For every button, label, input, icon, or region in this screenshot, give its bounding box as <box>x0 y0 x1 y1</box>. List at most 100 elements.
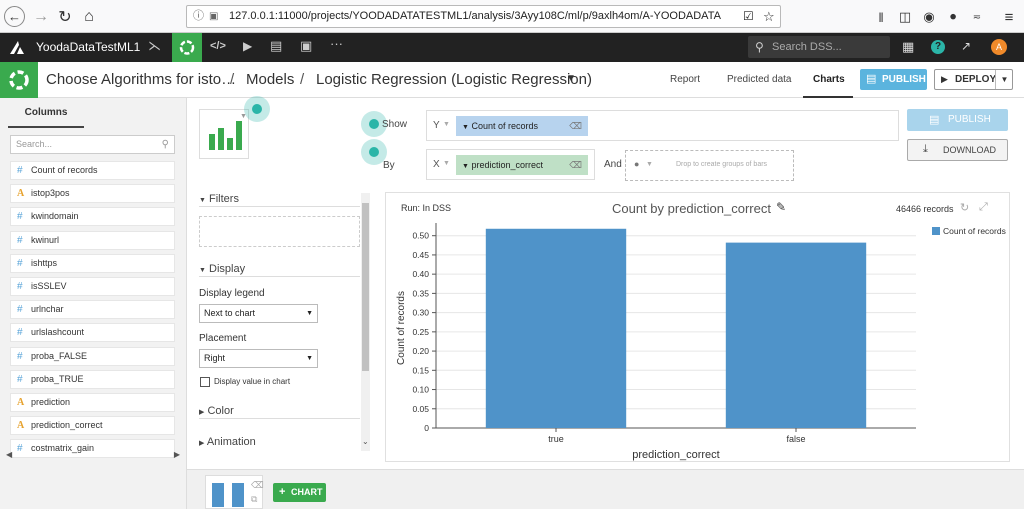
scroll-down-icon[interactable]: ⌄ <box>362 437 369 446</box>
scroll-right-icon[interactable]: ▶ <box>174 450 180 459</box>
chevron-down-icon[interactable]: ▼ <box>566 73 576 84</box>
info-icon[interactable]: ⓘ <box>193 6 204 27</box>
placement-select[interactable]: Right <box>199 349 318 368</box>
more-icon[interactable]: ··· <box>330 36 343 51</box>
url-text[interactable]: 127.0.0.1:11000/projects/YOODADATATESTML… <box>229 6 739 27</box>
x-dimension-chip[interactable]: ▼ prediction_correct ⌫ <box>456 155 588 175</box>
dashboard-icon[interactable]: ▣ <box>300 38 312 54</box>
color-drop-icon[interactable]: ● <box>634 159 639 169</box>
back-icon[interactable]: ← <box>4 6 25 27</box>
deploy-button[interactable]: ▶ DEPLOY ▼ <box>934 69 1013 90</box>
jobs-icon[interactable]: ▤ <box>270 38 282 54</box>
sidebar-icon[interactable]: ◫ <box>894 6 916 28</box>
reload-icon[interactable]: ↻ <box>54 6 76 28</box>
column-item[interactable]: # proba_FALSE <box>10 346 175 366</box>
y-measure-name: Count of records <box>471 121 538 131</box>
home-icon[interactable]: ⌂ <box>78 6 100 28</box>
display-legend-select[interactable]: Next to chart <box>199 304 318 323</box>
column-item[interactable]: Aistop3pos <box>10 184 175 204</box>
chevron-right-icon: ▶ <box>199 409 205 416</box>
activity-icon[interactable]: ↗ <box>961 39 971 53</box>
column-item[interactable]: # kwinurl <box>10 230 175 250</box>
chart-thumbnail[interactable]: ⌫ ⧉ <box>205 475 264 509</box>
chevron-down-icon[interactable]: ▼ <box>443 121 450 128</box>
x-axis-title: prediction_correct <box>632 449 719 461</box>
run-icon[interactable]: ▶ <box>243 39 252 53</box>
breadcrumb-models[interactable]: Models <box>246 71 294 88</box>
pocket-icon[interactable]: ☑ <box>743 6 754 27</box>
column-item[interactable]: # proba_TRUE <box>10 369 175 389</box>
publish-button[interactable]: ▤ PUBLISH <box>860 69 927 90</box>
x-dimension-name: prediction_correct <box>471 160 543 170</box>
url-bar[interactable]: ⓘ ▣ 127.0.0.1:11000/projects/YOODADATATE… <box>186 5 781 28</box>
chevron-down-icon[interactable]: ▼ <box>462 124 469 131</box>
color-section[interactable]: ▶ Color <box>199 405 360 419</box>
column-item[interactable]: # Count of records <box>10 161 175 180</box>
scrollbar-thumb[interactable] <box>362 203 369 371</box>
copy-icon[interactable]: ⧉ <box>251 494 257 505</box>
chevron-down-icon[interactable]: ▼ <box>646 161 653 168</box>
forward-icon[interactable]: → <box>30 6 52 28</box>
chevron-down-icon[interactable]: ▼ <box>462 163 469 170</box>
download-button[interactable]: ⤓ DOWNLOAD <box>907 139 1008 161</box>
column-item[interactable]: # urlnchar <box>10 300 175 320</box>
column-item[interactable]: Aprediction <box>10 393 175 412</box>
column-name: ishttps <box>31 257 58 268</box>
filters-section[interactable]: ▼ Filters <box>199 193 360 207</box>
tab-report[interactable]: Report <box>670 74 700 85</box>
trash-icon[interactable]: ⌫ <box>251 480 264 491</box>
menu-icon[interactable]: ≡ <box>998 6 1020 28</box>
dss-logo-icon[interactable] <box>8 39 26 55</box>
bookmark-star-icon[interactable]: ☆ <box>763 6 775 27</box>
play-icon: ▶ <box>941 74 948 84</box>
columns-search-input[interactable]: Search... ⚲ <box>10 135 175 154</box>
trash-icon[interactable]: ⌫ <box>569 116 582 136</box>
breadcrumb-analysis[interactable]: Choose Algorithms for isto… <box>46 71 236 88</box>
tab-predicted-data[interactable]: Predicted data <box>727 74 792 85</box>
numeric-type-icon: # <box>17 165 23 176</box>
flow-icon[interactable]: ⋋ <box>148 38 161 54</box>
display-value-checkbox[interactable] <box>200 377 210 387</box>
dss-search-input[interactable]: ⚲ Search DSS... <box>748 36 890 58</box>
x-axis-dropzone[interactable]: X ▼ ▼ prediction_correct ⌫ <box>426 149 595 180</box>
column-item[interactable]: Aprediction_correct <box>10 416 175 436</box>
config-scrollbar[interactable]: ⌄ <box>361 193 370 451</box>
column-item[interactable]: # urlslashcount <box>10 323 175 343</box>
column-item[interactable]: # isSSLEV <box>10 277 175 296</box>
tab-columns[interactable]: Columns <box>8 98 84 128</box>
animation-section[interactable]: ▶ Animation <box>199 436 360 450</box>
extension-icon[interactable]: ⚫ <box>942 6 964 28</box>
code-icon[interactable]: </> <box>210 40 226 52</box>
lab-button[interactable] <box>172 33 202 62</box>
chevron-down-icon[interactable]: ▼ <box>443 160 450 167</box>
horizontal-scrollbar[interactable]: ◀ ▶ <box>4 450 182 461</box>
chart-type-picker[interactable]: ▼ <box>199 109 249 159</box>
column-item[interactable]: # ishttps <box>10 253 175 273</box>
breadcrumb-model-name[interactable]: Logistic Regression (Logistic Regression… <box>316 71 592 88</box>
apps-grid-icon[interactable]: ▦ <box>902 39 914 55</box>
y-tick-label: 0.45 <box>412 250 429 260</box>
add-chart-button[interactable]: + CHART <box>273 483 326 502</box>
placement-label: Placement <box>199 333 247 344</box>
search-icon: ⚲ <box>755 40 764 54</box>
scroll-left-icon[interactable]: ◀ <box>6 450 12 459</box>
y-measure-chip[interactable]: ▼ Count of records ⌫ <box>456 116 588 136</box>
y-tick-label: 0.20 <box>412 346 429 356</box>
chevron-down-icon[interactable]: ▼ <box>995 70 1013 89</box>
account-icon[interactable]: ◉ <box>918 6 940 28</box>
help-icon[interactable]: ? <box>931 40 945 54</box>
analysis-icon <box>0 62 38 98</box>
show-label: Show <box>382 119 408 130</box>
display-section[interactable]: ▼ Display <box>199 263 360 277</box>
chart-publish-button[interactable]: ▤ PUBLISH <box>907 109 1008 131</box>
column-item[interactable]: # kwindomain <box>10 207 175 227</box>
trash-icon[interactable]: ⌫ <box>569 155 582 175</box>
extension-2-icon[interactable]: ≂ <box>966 6 988 28</box>
group-dropzone[interactable]: ● ▼ Drop to create groups of bars <box>625 150 794 181</box>
project-name[interactable]: YoodaDataTestML1 <box>36 40 140 54</box>
library-icon[interactable]: ‖ <box>870 6 892 28</box>
filters-dropzone[interactable] <box>199 216 360 247</box>
y-axis-dropzone[interactable]: Y ▼ ▼ Count of records ⌫ <box>426 110 899 141</box>
tab-charts[interactable]: Charts <box>813 74 845 85</box>
avatar[interactable]: A <box>991 39 1007 55</box>
